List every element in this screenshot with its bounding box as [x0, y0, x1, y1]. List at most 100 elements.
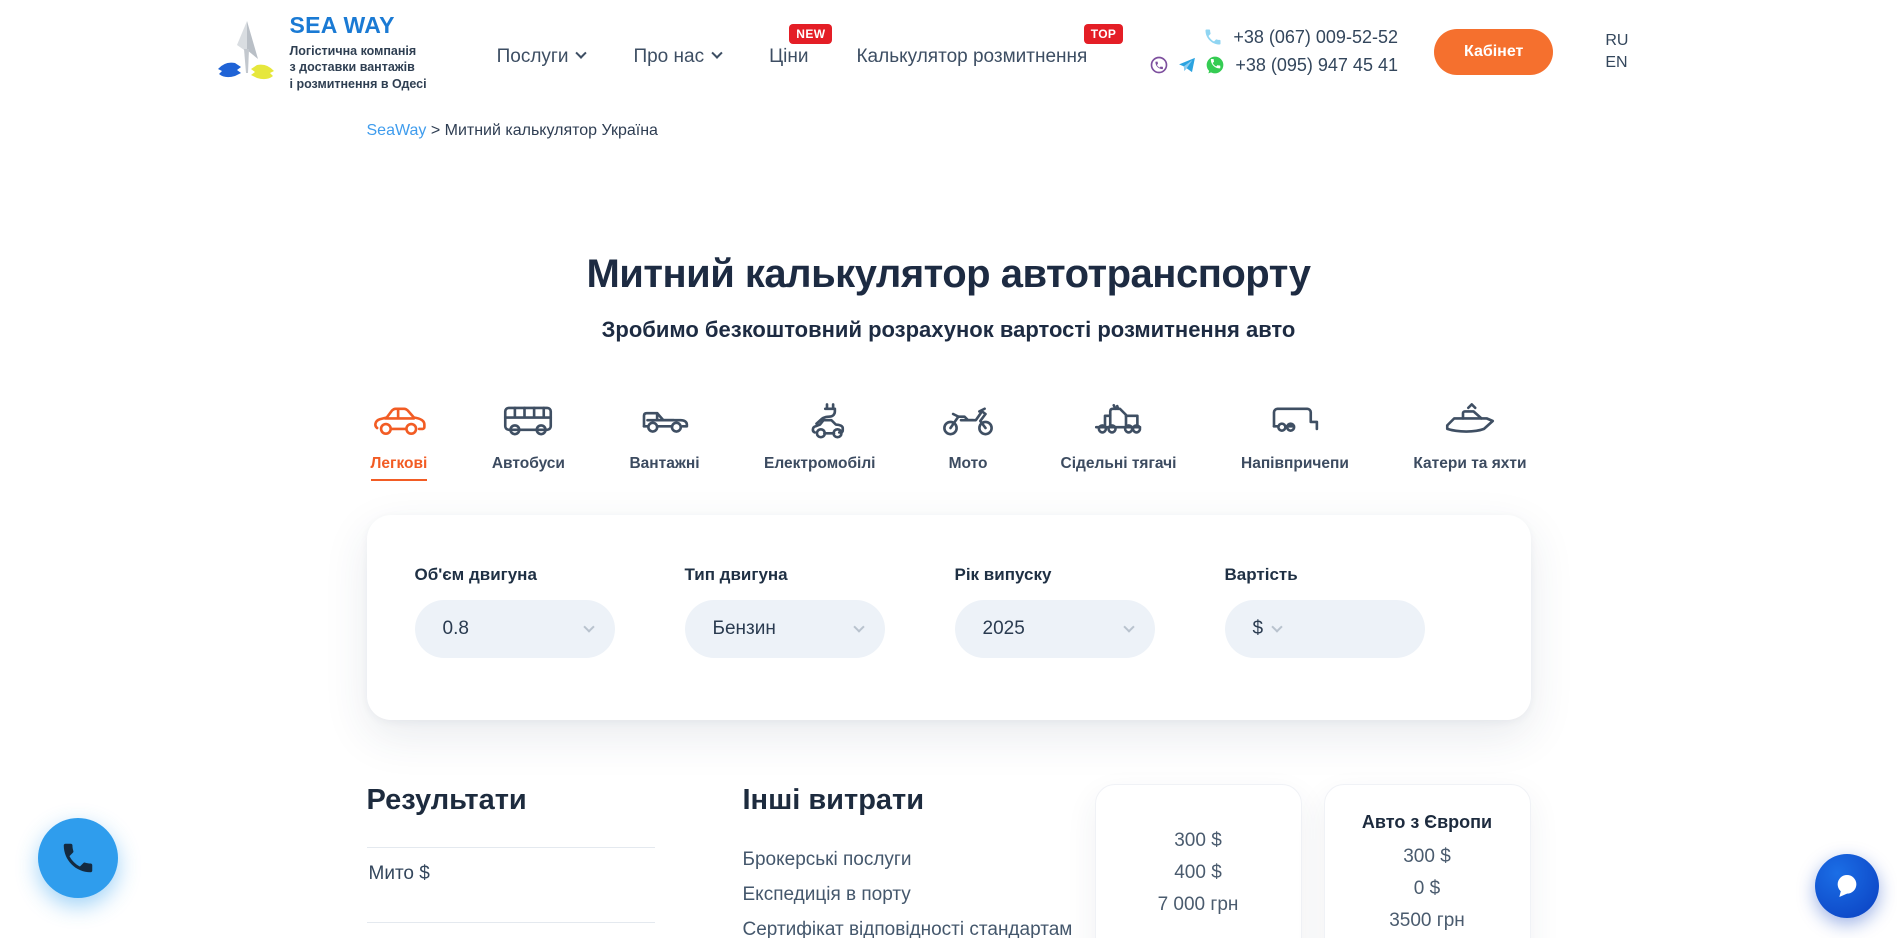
tab-electric-cars[interactable]: Електромобілі — [764, 401, 875, 479]
viber-icon[interactable] — [1149, 55, 1169, 75]
chevron-down-icon — [853, 621, 864, 632]
brand-tagline: Логістична компанія з доставки вантажів … — [290, 43, 427, 92]
price-field: Вартість $ — [1225, 565, 1425, 658]
results-title: Результати — [367, 784, 655, 817]
floating-chat-button[interactable] — [1815, 854, 1879, 918]
seaway-logo-icon — [214, 19, 278, 85]
expense-item: Сертифікат відповідності стандартам — [743, 919, 1077, 938]
engine-volume-select[interactable]: 0.8 — [415, 600, 615, 658]
page-title: Митний калькулятор автотранспорту — [367, 252, 1531, 297]
engine-volume-field: Об'єм двигуна 0.8 — [415, 565, 615, 658]
trailer-icon — [1267, 401, 1323, 441]
price-input[interactable] — [1281, 618, 1402, 640]
logo[interactable]: SEA WAY Логістична компанія з доставки в… — [214, 12, 427, 92]
field-label: Рік випуску — [955, 565, 1155, 585]
tab-label: Електромобілі — [764, 455, 875, 479]
result-row-duty: Мито $ — [367, 847, 655, 922]
tab-label: Сідельні тягачі — [1061, 455, 1177, 479]
tab-cars[interactable]: Легкові — [371, 401, 428, 481]
select-value: 0.8 — [443, 618, 585, 640]
card-value: 300 $ — [1325, 846, 1530, 868]
price-cards: 300 $ 400 $ 7 000 грн Авто з Європи 300 … — [1095, 784, 1531, 938]
select-value: Бензин — [713, 618, 855, 640]
breadcrumb: SeaWay > Митний калькулятор Україна — [367, 122, 1531, 140]
tab-label: Автобуси — [492, 455, 565, 479]
header: SEA WAY Логістична компанія з доставки в… — [0, 0, 1897, 92]
semi-truck-icon — [1091, 401, 1147, 441]
tab-label: Катери та яхти — [1413, 455, 1526, 479]
yacht-icon — [1442, 401, 1498, 441]
field-label: Тип двигуна — [685, 565, 885, 585]
expense-item: Брокерські послуги — [743, 849, 1077, 871]
price-card-generic: 300 $ 400 $ 7 000 грн — [1095, 784, 1302, 938]
currency-select[interactable]: $ — [1253, 618, 1264, 640]
tab-boats-yachts[interactable]: Катери та яхти — [1413, 401, 1526, 479]
year-select[interactable]: 2025 — [955, 600, 1155, 658]
tab-semi-trucks[interactable]: Сідельні тягачі — [1061, 401, 1177, 479]
breadcrumb-separator: > — [431, 122, 440, 139]
select-value: 2025 — [983, 618, 1125, 640]
tab-trucks[interactable]: Вантажні — [629, 401, 699, 479]
tagline-line: Логістична компанія — [290, 44, 417, 58]
card-value: 3500 грн — [1325, 910, 1530, 932]
nav-label: Про нас — [633, 46, 704, 68]
nav-item-services[interactable]: Послуги — [497, 46, 586, 68]
year-field: Рік випуску 2025 — [955, 565, 1155, 658]
breadcrumb-home-link[interactable]: SeaWay — [367, 122, 427, 139]
chevron-down-icon — [1123, 621, 1134, 632]
card-value: 300 $ — [1096, 830, 1301, 852]
floating-call-button[interactable] — [38, 818, 118, 898]
nav-label: Послуги — [497, 46, 569, 68]
nav-item-prices[interactable]: Ціни NEW — [769, 46, 808, 68]
results-section: Результати Мито $ Акцизний збір $ — [367, 784, 655, 938]
nav-label: Ціни — [769, 46, 808, 68]
tagline-line: з доставки вантажів — [290, 60, 415, 74]
bus-icon — [500, 401, 556, 441]
main-nav: Послуги Про нас Ціни NEW Калькулятор роз… — [497, 46, 1088, 68]
field-label: Об'єм двигуна — [415, 565, 615, 585]
tab-buses[interactable]: Автобуси — [492, 401, 565, 479]
chat-bubble-icon — [1830, 869, 1864, 903]
top-badge: TOP — [1084, 24, 1124, 44]
card-value: 400 $ — [1096, 862, 1301, 884]
language-switcher: RU EN — [1605, 32, 1628, 72]
engine-type-field: Тип двигуна Бензин — [685, 565, 885, 658]
card-title: Авто з Європи — [1325, 812, 1530, 835]
tab-label: Легкові — [371, 455, 428, 481]
phone-number-1[interactable]: +38 (067) 009-52-52 — [1233, 27, 1398, 48]
engine-type-select[interactable]: Бензин — [685, 600, 885, 658]
tab-label: Мото — [949, 455, 988, 479]
car-icon — [371, 401, 427, 441]
header-contacts: +38 (067) 009-52-52 — [1149, 27, 1398, 83]
breadcrumb-current: Митний калькулятор Україна — [445, 122, 658, 139]
price-card-europe: Авто з Європи 300 $ 0 $ 3500 грн — [1324, 784, 1531, 938]
phone-icon — [1203, 27, 1223, 47]
electric-car-icon — [792, 401, 848, 441]
card-value: 7 000 грн — [1096, 894, 1301, 916]
tab-motorcycles[interactable]: Мото — [940, 401, 996, 479]
brand-name: SEA WAY — [290, 12, 427, 39]
other-expenses-section: Інші витрати Брокерські послуги Експедиц… — [743, 784, 1077, 938]
expense-item: Експедиція в порту — [743, 884, 1077, 906]
cabinet-button[interactable]: Кабінет — [1434, 29, 1553, 75]
nav-label: Калькулятор розмитнення — [856, 46, 1087, 68]
chevron-down-icon — [583, 621, 594, 632]
tagline-line: і розмитнення в Одесі — [290, 77, 427, 91]
whatsapp-icon[interactable] — [1205, 55, 1225, 75]
lang-ru[interactable]: RU — [1605, 32, 1628, 50]
motorcycle-icon — [940, 401, 996, 441]
nav-item-about[interactable]: Про нас — [633, 46, 721, 68]
tab-semi-trailers[interactable]: Напівпричепи — [1241, 401, 1349, 479]
social-icons — [1149, 55, 1225, 75]
calculator-form: Об'єм двигуна 0.8 Тип двигуна Бензин Рік… — [367, 515, 1531, 720]
truck-icon — [637, 401, 693, 441]
result-row-excise: Акцизний збір $ — [367, 922, 655, 938]
telegram-icon[interactable] — [1177, 55, 1197, 75]
tab-label: Напівпричепи — [1241, 455, 1349, 479]
phone-number-2[interactable]: +38 (095) 947 45 41 — [1235, 55, 1398, 76]
lang-en[interactable]: EN — [1605, 54, 1628, 72]
nav-item-customs-calculator[interactable]: Калькулятор розмитнення TOP — [856, 46, 1087, 68]
chevron-down-icon — [711, 47, 722, 58]
phone-icon — [59, 839, 97, 877]
field-label: Вартість — [1225, 565, 1425, 585]
